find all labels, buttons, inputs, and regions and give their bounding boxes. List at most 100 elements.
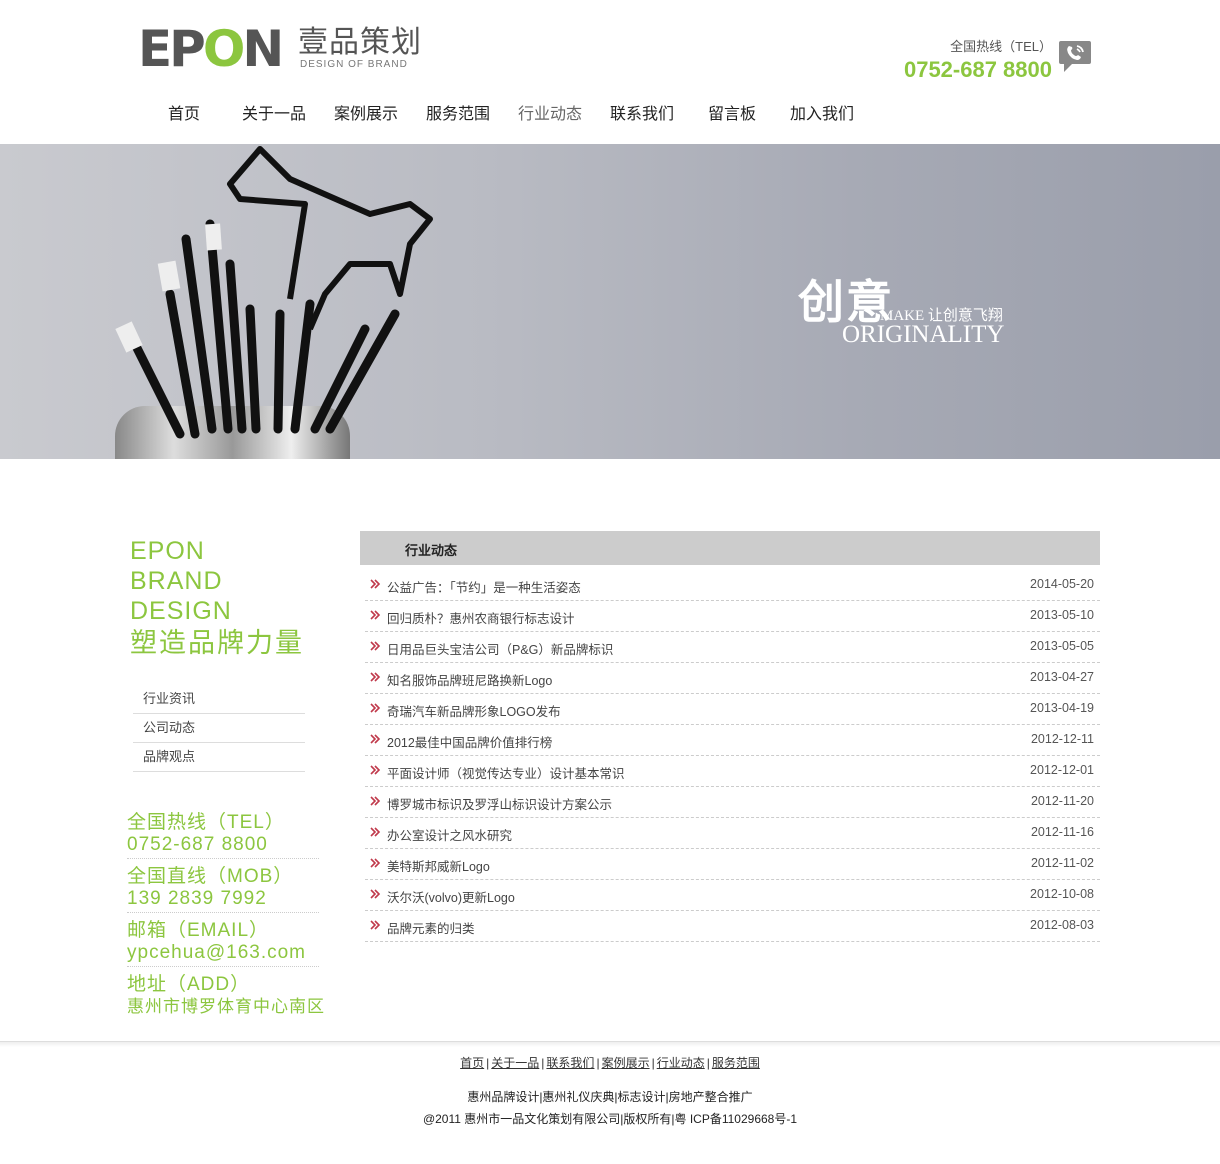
footer-link-separator: |: [651, 1056, 655, 1070]
nav-item-about[interactable]: 关于一品: [242, 100, 306, 124]
news-row[interactable]: 平面设计师（视觉传达专业）设计基本常识 2012-12-01: [365, 756, 1100, 787]
nav-item-services[interactable]: 服务范围: [426, 100, 490, 124]
news-title[interactable]: 平面设计师（视觉传达专业）设计基本常识: [387, 763, 625, 782]
double-chevron-icon: [370, 889, 381, 899]
brand-line-2: BRAND: [130, 567, 223, 595]
news-title[interactable]: 品牌元素的归类: [387, 918, 475, 937]
news-row[interactable]: 美特斯邦威新Logo 2012-11-02: [365, 849, 1100, 880]
news-date: 2012-12-01: [1030, 763, 1094, 777]
news-title[interactable]: 美特斯邦威新Logo: [387, 856, 490, 875]
news-date: 2012-11-20: [1030, 794, 1094, 808]
double-chevron-icon: [370, 610, 381, 620]
logo-subtitle: DESIGN OF BRAND: [300, 59, 408, 70]
contact-email: 邮箱（EMAIL） ypcehua@163.com: [127, 919, 319, 967]
double-chevron-icon: [370, 765, 381, 775]
sidebar-contact: 全国热线（TEL） 0752-687 8800 全国直线（MOB） 139 28…: [127, 811, 325, 1026]
hotline-number: 0752-687 8800: [903, 57, 1052, 82]
header-hotline: 全国热线（TEL） 0752-687 8800: [904, 36, 1052, 83]
content-heading: 行业动态: [405, 543, 458, 558]
news-title[interactable]: 2012最佳中国品牌价值排行榜: [387, 732, 552, 751]
news-row[interactable]: 品牌元素的归类 2012-08-03: [365, 911, 1100, 942]
hotline-label: 全国热线（TEL）: [950, 39, 1052, 54]
logo-wordmark: EPON: [138, 20, 284, 78]
brand-slogan: 塑造品牌力量: [130, 628, 304, 658]
nav-item-contact[interactable]: 联系我们: [610, 100, 674, 124]
contact-label: 全国直线（MOB）: [127, 866, 294, 887]
double-chevron-icon: [370, 672, 381, 682]
double-chevron-icon: [370, 734, 381, 744]
nav-item-news[interactable]: 行业动态: [518, 100, 582, 124]
footer-divider: [0, 1041, 1220, 1047]
nav-item-home[interactable]: 首页: [168, 100, 200, 124]
sidebar-menu: 行业资讯 公司动态 品牌观点: [133, 685, 305, 772]
double-chevron-icon: [370, 703, 381, 713]
news-row[interactable]: 公益广告：「节约」是一种生活姿态 2014-05-20: [365, 570, 1100, 601]
footer-link[interactable]: 服务范围: [712, 1056, 760, 1070]
footer-keywords: 惠州品牌设计|惠州礼仪庆典|标志设计|房地产整合推广: [467, 1090, 753, 1104]
contact-value: 惠州市博罗体育中心南区: [127, 997, 325, 1016]
footer-link[interactable]: 首页: [460, 1056, 484, 1070]
double-chevron-icon: [370, 579, 381, 589]
news-row[interactable]: 知名服饰品牌班尼路换新Logo 2013-04-27: [365, 663, 1100, 694]
pencils-illustration: [115, 146, 433, 439]
news-title[interactable]: 办公室设计之风水研究: [387, 825, 512, 844]
news-title[interactable]: 知名服饰品牌班尼路换新Logo: [387, 670, 552, 689]
double-chevron-icon: [370, 920, 381, 930]
double-chevron-icon: [370, 796, 381, 806]
hero-banner: 创意 MAKE 让创意飞翔 ORIGINALITY: [0, 144, 1220, 459]
news-row[interactable]: 沃尔沃(volvo)更新Logo 2012-10-08: [365, 880, 1100, 911]
brand-line-1: EPON: [130, 537, 205, 565]
news-row[interactable]: 日用品巨头宝洁公司（P&G）新品牌标识 2013-05-05: [365, 632, 1100, 663]
news-row[interactable]: 博罗城市标识及罗浮山标识设计方案公示 2012-11-20: [365, 787, 1100, 818]
nav-item-guestbook[interactable]: 留言板: [708, 100, 756, 124]
footer-links: 首页 | 关于一品 | 联系我们 | 案例展示 | 行业动态 | 服务范围: [0, 1054, 1220, 1071]
footer-link-separator: |: [596, 1056, 600, 1070]
footer-link[interactable]: 联系我们: [546, 1056, 594, 1070]
news-title[interactable]: 公益广告：「节约」是一种生活姿态: [387, 577, 581, 596]
news-date: 2014-05-20: [1030, 577, 1094, 591]
sidebar-item-company-news[interactable]: 公司动态: [133, 714, 305, 743]
footer-link[interactable]: 行业动态: [657, 1056, 705, 1070]
news-date: 2013-04-27: [1030, 670, 1094, 684]
logo-chinese: 壹品策划: [298, 26, 422, 59]
news-title[interactable]: 回归质朴？惠州农商银行标志设计: [387, 608, 575, 627]
news-row[interactable]: 2012最佳中国品牌价值排行榜 2012-12-11: [365, 725, 1100, 756]
news-title[interactable]: 沃尔沃(volvo)更新Logo: [387, 887, 515, 906]
news-row[interactable]: 回归质朴？惠州农商银行标志设计 2013-05-10: [365, 601, 1100, 632]
news-date: 2012-10-08: [1030, 887, 1094, 901]
news-list: 公益广告：「节约」是一种生活姿态 2014-05-20 回归质朴？惠州农商银行标志设…: [365, 570, 1100, 942]
sidebar-item-industry-news[interactable]: 行业资讯: [133, 685, 305, 714]
nav-item-join[interactable]: 加入我们: [790, 100, 854, 124]
contact-label: 全国热线（TEL）: [127, 812, 285, 833]
news-date: 2012-08-03: [1030, 918, 1094, 932]
double-chevron-icon: [370, 858, 381, 868]
double-chevron-icon: [370, 641, 381, 651]
double-chevron-icon: [370, 827, 381, 837]
contact-value: 139 2839 7992: [127, 888, 267, 909]
content-heading-bar: 行业动态: [360, 531, 1100, 565]
sidebar-item-brand-views[interactable]: 品牌观点: [133, 743, 305, 772]
news-date: 2012-11-16: [1030, 825, 1094, 839]
news-title[interactable]: 博罗城市标识及罗浮山标识设计方案公示: [387, 794, 612, 813]
news-title[interactable]: 奇瑞汽车新品牌形象LOGO发布: [387, 701, 561, 720]
news-date: 2012-11-02: [1030, 856, 1094, 870]
news-row[interactable]: 奇瑞汽车新品牌形象LOGO发布 2013-04-19: [365, 694, 1100, 725]
news-date: 2013-05-05: [1030, 639, 1094, 653]
phone-bubble-icon: [1059, 41, 1091, 72]
brand-line-3: DESIGN: [130, 597, 232, 625]
nav-item-cases[interactable]: 案例展示: [334, 100, 398, 124]
site-logo[interactable]: EPON 壹品策划 DESIGN OF BRAND: [138, 20, 440, 78]
news-date: 2012-12-11: [1030, 732, 1094, 746]
footer-link[interactable]: 关于一品: [491, 1056, 539, 1070]
contact-label: 邮箱（EMAIL）: [127, 920, 270, 941]
footer-link[interactable]: 案例展示: [602, 1056, 650, 1070]
news-title[interactable]: 日用品巨头宝洁公司（P&G）新品牌标识: [387, 639, 613, 658]
news-row[interactable]: 办公室设计之风水研究 2012-11-16: [365, 818, 1100, 849]
footer-copyright: @2011 惠州市一品文化策划有限公司|版权所有|粤 ICP备11029668号…: [422, 1112, 798, 1126]
news-date: 2013-05-10: [1030, 608, 1094, 622]
sidebar-brand: EPON BRAND DESIGN 塑造品牌力量: [130, 536, 304, 658]
contact-value[interactable]: ypcehua@163.com: [127, 942, 319, 964]
contact-tel: 全国热线（TEL） 0752-687 8800: [127, 811, 319, 859]
footer-link-separator: |: [541, 1056, 545, 1070]
contact-mobile: 全国直线（MOB） 139 2839 7992: [127, 865, 319, 913]
